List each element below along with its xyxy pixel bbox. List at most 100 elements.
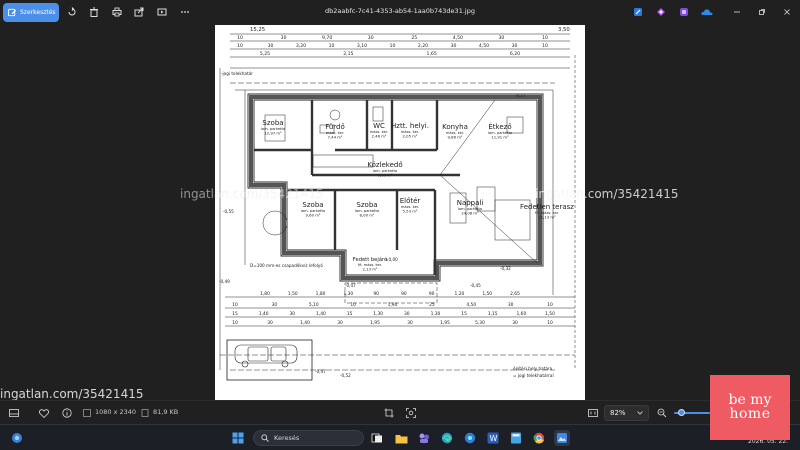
zoom-out-icon[interactable] — [655, 406, 669, 420]
dimension-label: 1,50 — [482, 291, 492, 297]
heart-icon[interactable] — [37, 406, 51, 420]
room-name: Fürdő — [325, 122, 345, 131]
filmstrip-toggle-icon[interactable] — [7, 406, 21, 420]
dimension-label: 1,95 — [440, 320, 450, 326]
slideshow-icon[interactable] — [155, 5, 169, 19]
room-name: Előtér — [400, 196, 421, 205]
dimension-label: 1,20 — [455, 291, 465, 297]
dimension-label: 10 — [547, 302, 553, 308]
room-area: 2,13 m² — [363, 267, 378, 272]
level-7: -0,52 — [340, 373, 351, 378]
room-area: 11,91 m² — [491, 135, 509, 140]
dimension-label: 30 — [272, 302, 278, 308]
room-area: 7,44 m² — [328, 135, 343, 140]
minimize-button[interactable] — [731, 6, 743, 18]
calculator-icon[interactable] — [508, 430, 524, 446]
dimension-label: 30 — [281, 35, 287, 41]
dimension-label: 10 — [237, 35, 243, 41]
chevron-down-icon — [637, 411, 643, 415]
zoom-dropdown[interactable]: 82% — [604, 405, 649, 421]
dimension-label: 1,90 — [388, 302, 398, 308]
widgets-icon[interactable] — [9, 430, 25, 446]
dimension-label: 10 — [329, 43, 335, 49]
dimension-label: 10 — [547, 320, 553, 326]
edge-browser-icon[interactable] — [439, 430, 455, 446]
dimension-label: 2,15 — [343, 51, 353, 57]
level-1: -0,55 — [223, 209, 234, 214]
dimension-label: 3,20 — [296, 43, 306, 49]
image-viewer[interactable]: 15,25 3,50 10 30 9,70 30 25 4,50 30 10 10 30 3,20… — [0, 25, 800, 400]
chrome-icon[interactable] — [531, 430, 547, 446]
room-area: 2,46 m² — [372, 134, 387, 139]
dimension-label: 25 — [429, 302, 435, 308]
file-title: db2aabfc-7c41-4353-ab54-1aa0b743de31.jpg — [325, 7, 475, 15]
dimension-label: 10 — [237, 43, 243, 49]
room-area: 9,60 m² — [306, 213, 321, 218]
dimension-label: 1,15 — [488, 311, 498, 317]
designer-app-icon[interactable] — [677, 5, 691, 19]
start-windows-icon[interactable] — [230, 430, 246, 446]
windows-taskbar: Keresés W 2026. 05. 22. — [0, 424, 800, 450]
rotate-icon[interactable] — [65, 5, 79, 19]
maximize-button[interactable] — [756, 6, 768, 18]
room-name: Szoba — [262, 119, 283, 127]
level-6: -0,45 — [470, 283, 481, 288]
note-epitesi-hely: építési hely határa — [513, 366, 553, 371]
room-area: 12,97 m² — [264, 131, 282, 136]
room-area: 2,05 m² — [403, 134, 418, 139]
room-name: Fedett bejáró — [353, 256, 387, 263]
zoom-value: 82% — [610, 409, 626, 417]
level-4: -0,47 — [345, 283, 356, 288]
more-icon[interactable] — [178, 5, 192, 19]
file-explorer-icon[interactable] — [393, 430, 409, 446]
dimension-label: 10 — [232, 302, 238, 308]
dimension-label: 10 — [350, 302, 356, 308]
be-my-home-logo: be my home — [710, 375, 790, 440]
dimension-label: 15 — [461, 311, 467, 317]
search-icon — [261, 434, 269, 442]
dimension-label: 1,40 — [259, 311, 269, 317]
edit-button[interactable]: Szerkesztés — [3, 3, 59, 22]
clipchamp-icon[interactable] — [654, 5, 668, 19]
edit-button-label: Szerkesztés — [20, 9, 56, 16]
info-icon[interactable] — [60, 406, 74, 420]
share-icon[interactable] — [132, 5, 146, 19]
dimension-label: 30 — [498, 35, 504, 41]
teams-icon[interactable] — [416, 430, 432, 446]
visual-search-icon[interactable] — [404, 406, 418, 420]
image-edit-app-icon[interactable] — [631, 5, 645, 19]
room-name: Szoba — [302, 201, 323, 209]
photos-app-window: Szerkesztés db2aabfc-7c41-4353-ab54-1aa0… — [0, 0, 800, 450]
note-jogi-telekhatar: -jogi telekhatár — [221, 71, 253, 76]
task-view-icon[interactable] — [369, 430, 385, 446]
edge-alt-icon[interactable] — [462, 430, 478, 446]
dimension-label: 30 — [368, 35, 374, 41]
top-dim-total: 15,25 — [250, 27, 265, 33]
photos-app-icon[interactable] — [554, 430, 570, 446]
dimension-label: 5,25 — [260, 51, 270, 57]
note-jogi-telekhatarral: = jogi telekhatárral — [513, 373, 554, 378]
fit-to-window-icon[interactable] — [586, 406, 600, 420]
trash-icon[interactable] — [87, 5, 101, 19]
dimension-label: 30 — [289, 311, 295, 317]
word-icon[interactable]: W — [485, 430, 501, 446]
dimension-label: 4,50 — [453, 35, 463, 41]
room-area: 9,13 m² — [378, 173, 393, 178]
printer-icon[interactable] — [110, 5, 124, 19]
taskbar-search-box[interactable]: Keresés — [253, 430, 364, 446]
close-button[interactable] — [781, 6, 793, 18]
room-area: 5,53 m² — [403, 209, 418, 214]
dimension-label: 15 — [347, 311, 353, 317]
dimension-label: 1,30 — [343, 291, 353, 297]
crop-icon[interactable] — [382, 406, 396, 420]
room-name: Közlekedő — [367, 160, 402, 169]
zoom-slider-thumb[interactable] — [678, 409, 686, 416]
room-area: 8,00 m² — [360, 213, 375, 218]
watermark-1: ingatlan.com/35421415 — [180, 187, 324, 201]
brand-line-2: home — [729, 405, 771, 422]
dimension-label: 1,60 — [516, 311, 526, 317]
onedrive-cloud-icon[interactable] — [700, 5, 714, 19]
dimension-label: 30 — [407, 320, 413, 326]
dimension-label: 30 — [267, 320, 273, 326]
room-name: Fedetlen terasz — [520, 203, 574, 211]
